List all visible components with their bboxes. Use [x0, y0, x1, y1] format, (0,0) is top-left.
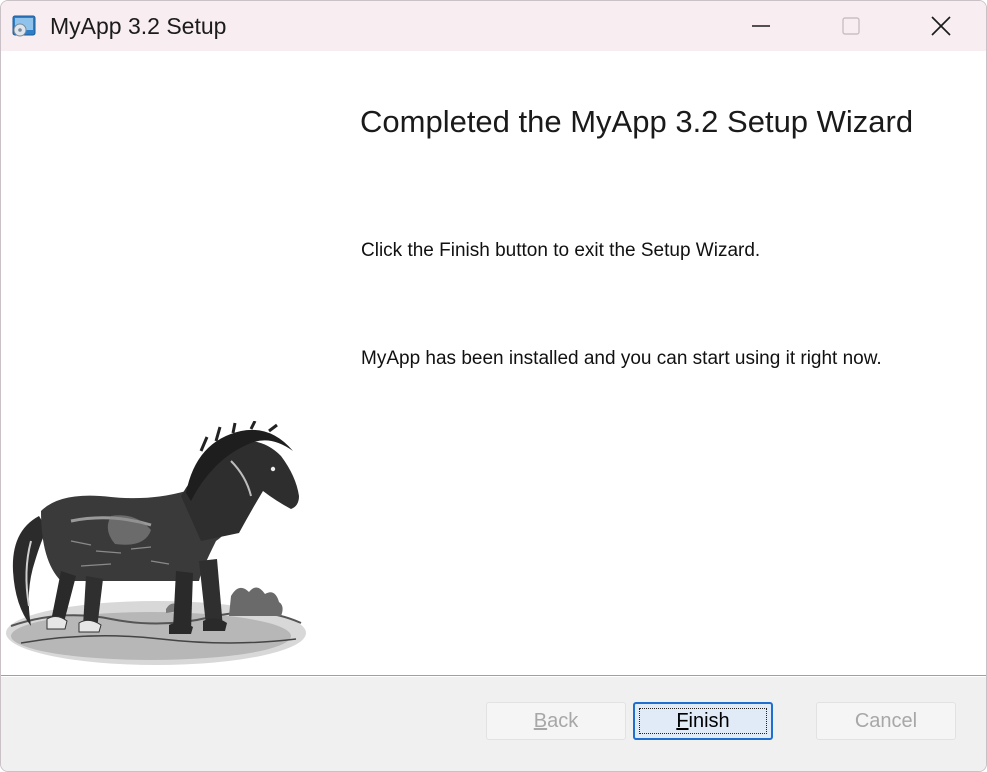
- cancel-button: Cancel: [816, 702, 956, 740]
- back-button-mnemonic: B: [533, 709, 548, 732]
- back-button: Back: [486, 702, 626, 740]
- button-bar: Back Finish Cancel: [1, 677, 986, 771]
- maximize-icon: [842, 17, 860, 35]
- installer-app-icon: [12, 15, 36, 37]
- minimize-icon: [752, 25, 770, 27]
- install-complete-message: MyApp has been installed and you can sta…: [361, 348, 882, 369]
- close-button[interactable]: [896, 1, 986, 51]
- wizard-content: Completed the MyApp 3.2 Setup Wizard Cli…: [1, 51, 986, 675]
- finish-button[interactable]: Finish: [633, 702, 773, 740]
- horse-illustration: [6, 421, 306, 665]
- window-title: MyApp 3.2 Setup: [50, 13, 227, 39]
- minimize-button[interactable]: [716, 1, 806, 51]
- finish-focus-ring: [639, 708, 767, 734]
- maximize-button: [806, 1, 896, 51]
- wizard-heading: Completed the MyApp 3.2 Setup Wizard: [360, 104, 914, 139]
- back-button-label: ack: [547, 709, 579, 732]
- close-icon: [931, 16, 951, 36]
- title-bar[interactable]: MyApp 3.2 Setup: [1, 1, 986, 51]
- setup-wizard-window: MyApp 3.2 Setup Completed the MyApp 3.2 …: [0, 0, 987, 772]
- finish-instruction-text: Click the Finish button to exit the Setu…: [361, 240, 761, 261]
- cancel-button-label: Cancel: [854, 709, 918, 732]
